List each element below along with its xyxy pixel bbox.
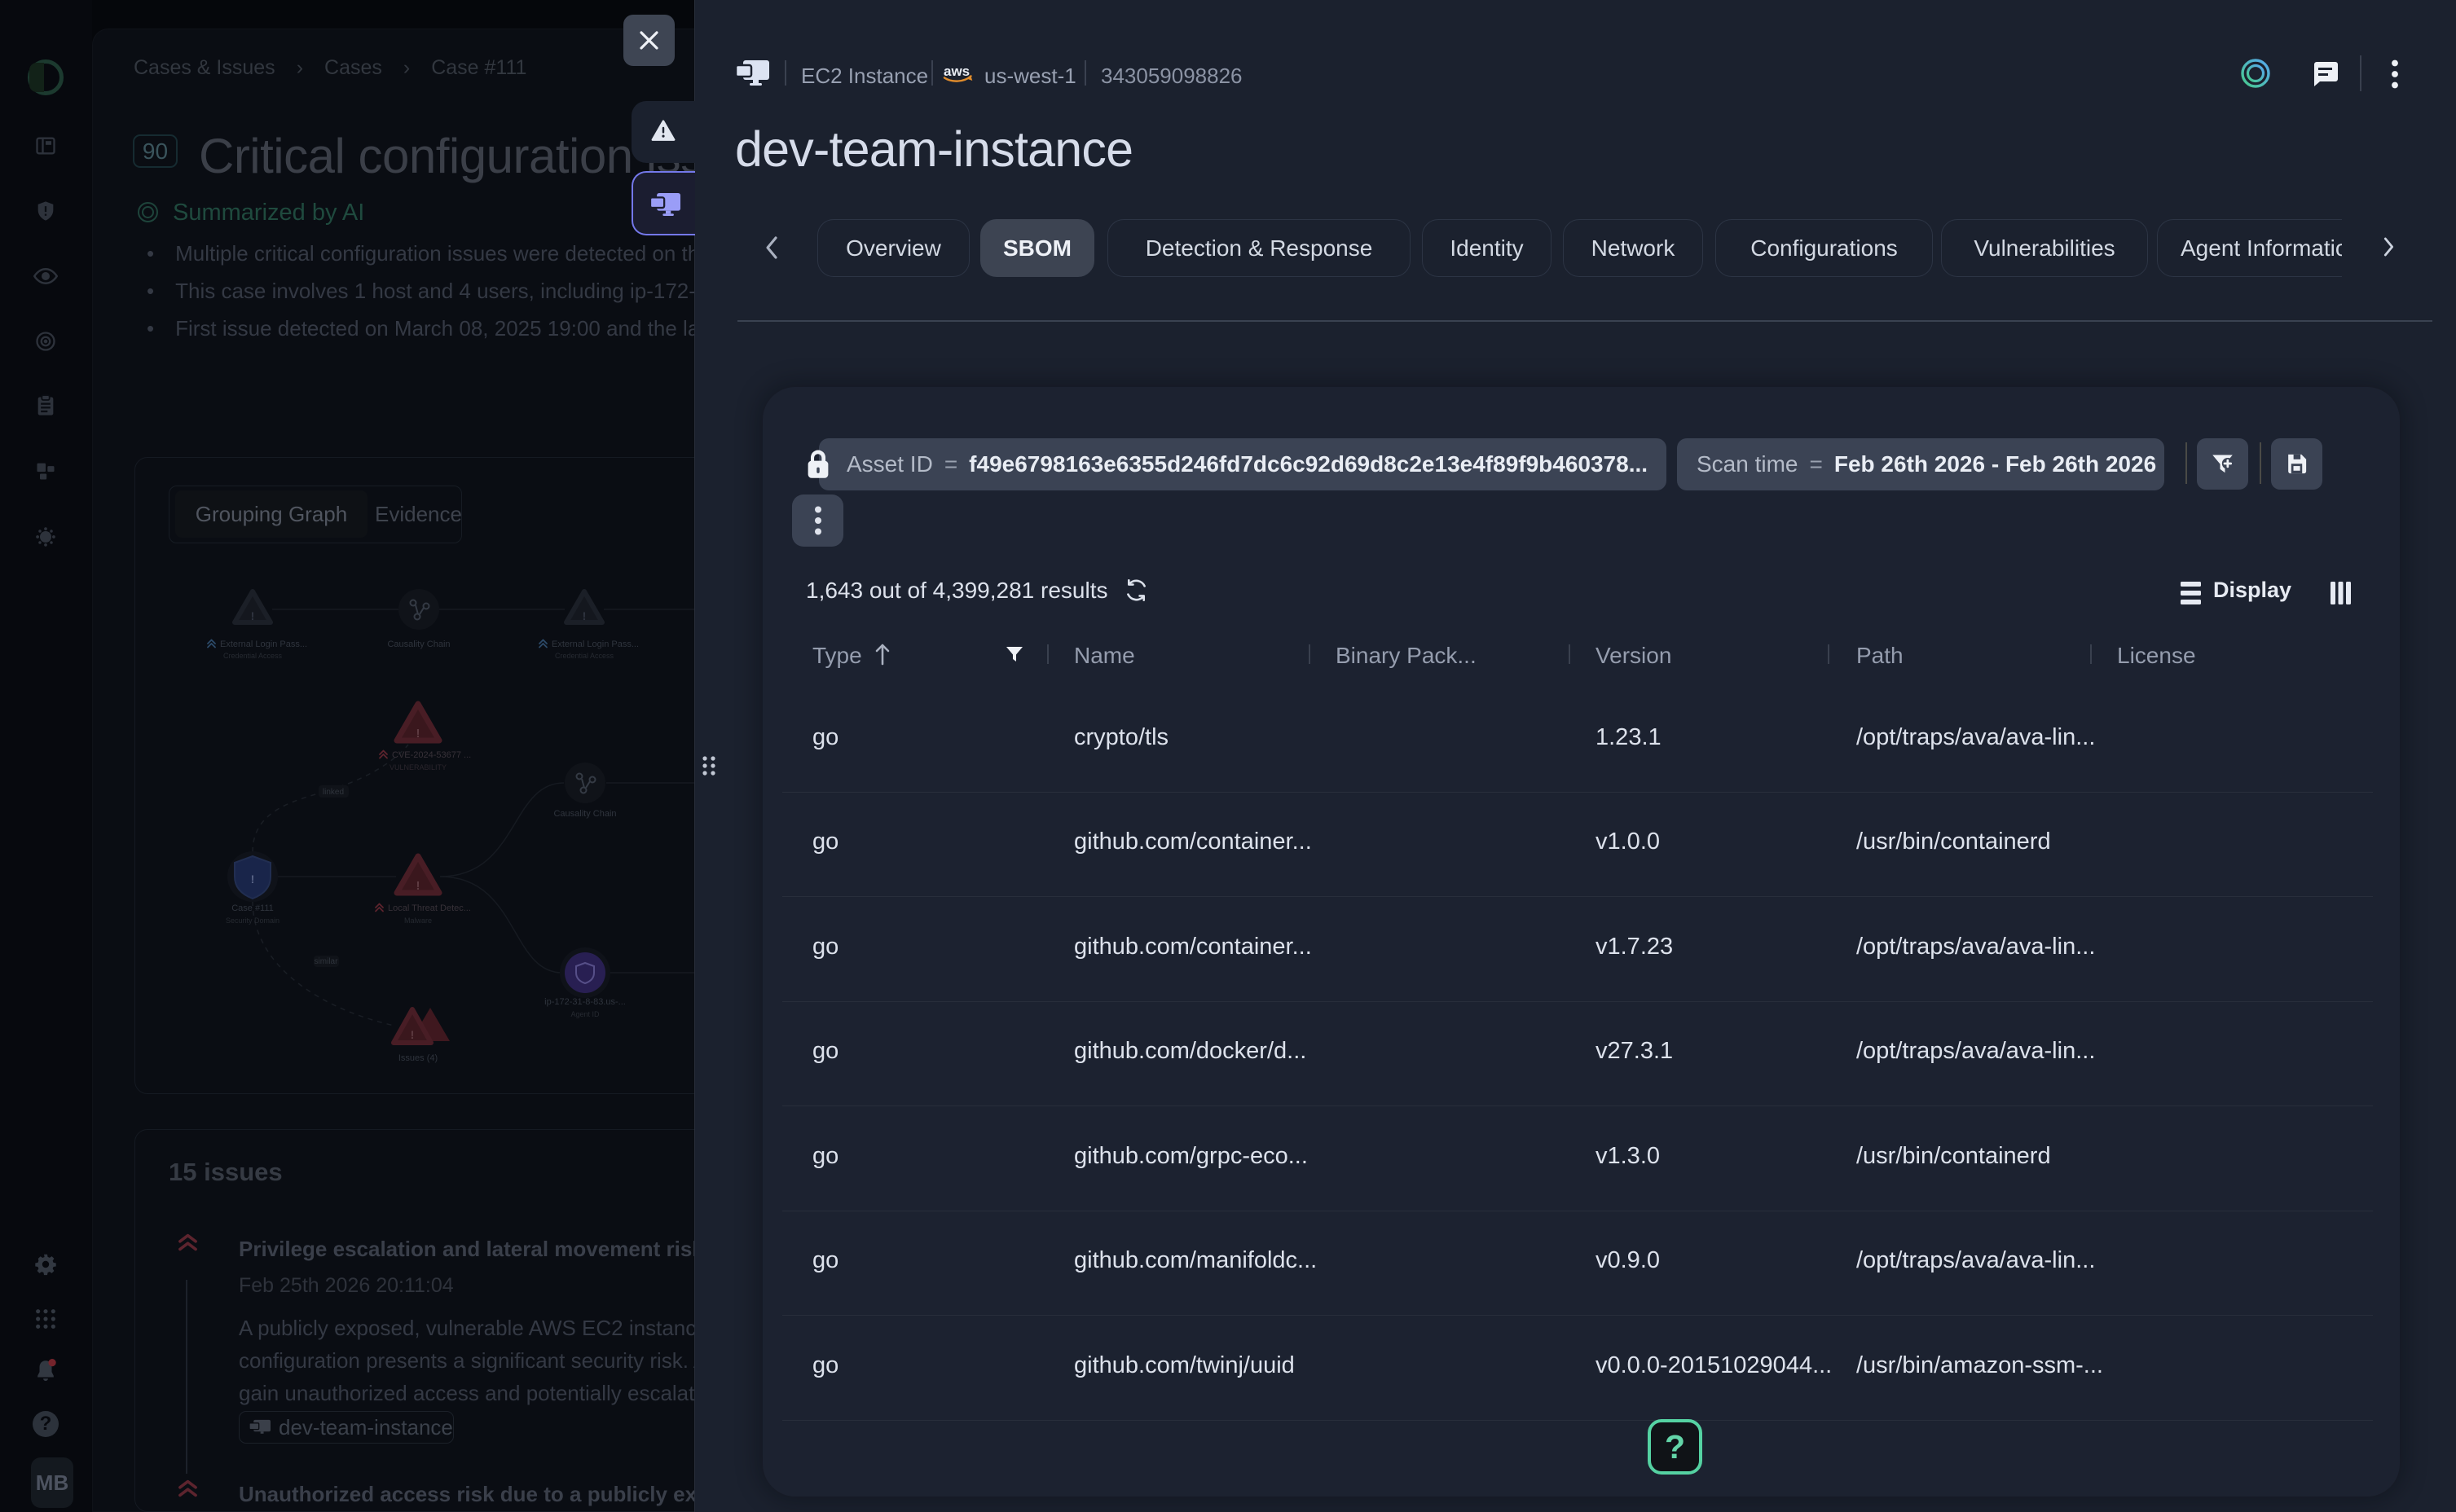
svg-text:!: ! bbox=[416, 727, 420, 741]
svg-text:!: ! bbox=[416, 879, 420, 893]
svg-text:!: ! bbox=[583, 609, 587, 622]
svg-text:Agent ID: Agent ID bbox=[570, 1010, 600, 1018]
svg-text:External Login Pass...: External Login Pass... bbox=[220, 640, 307, 649]
svg-text:!: ! bbox=[251, 872, 255, 886]
svg-text:ip-172-31-8-83.us-...: ip-172-31-8-83.us-... bbox=[544, 997, 626, 1007]
svg-text:Case #111: Case #111 bbox=[231, 903, 274, 913]
svg-text:Causality Chain: Causality Chain bbox=[387, 640, 450, 649]
svg-text:Local Threat Detec...: Local Threat Detec... bbox=[388, 903, 471, 913]
svg-text:Malware: Malware bbox=[404, 916, 432, 925]
svg-text:Causality Chain: Causality Chain bbox=[553, 809, 616, 819]
svg-text:Credential Access: Credential Access bbox=[223, 652, 283, 660]
svg-text:!: ! bbox=[411, 1028, 415, 1041]
svg-text:Issues (4): Issues (4) bbox=[398, 1053, 438, 1063]
svg-text:linked: linked bbox=[323, 788, 344, 797]
svg-text:!: ! bbox=[251, 609, 255, 622]
svg-text:Credential Access: Credential Access bbox=[555, 652, 614, 660]
svg-text:Security Domain: Security Domain bbox=[226, 916, 279, 925]
svg-text:VULNERABILITY: VULNERABILITY bbox=[390, 763, 447, 771]
svg-text:similar: similar bbox=[315, 957, 339, 966]
svg-text:CVE-2024-53677 ...: CVE-2024-53677 ... bbox=[392, 750, 471, 760]
svg-text:External Login Pass...: External Login Pass... bbox=[552, 640, 639, 649]
